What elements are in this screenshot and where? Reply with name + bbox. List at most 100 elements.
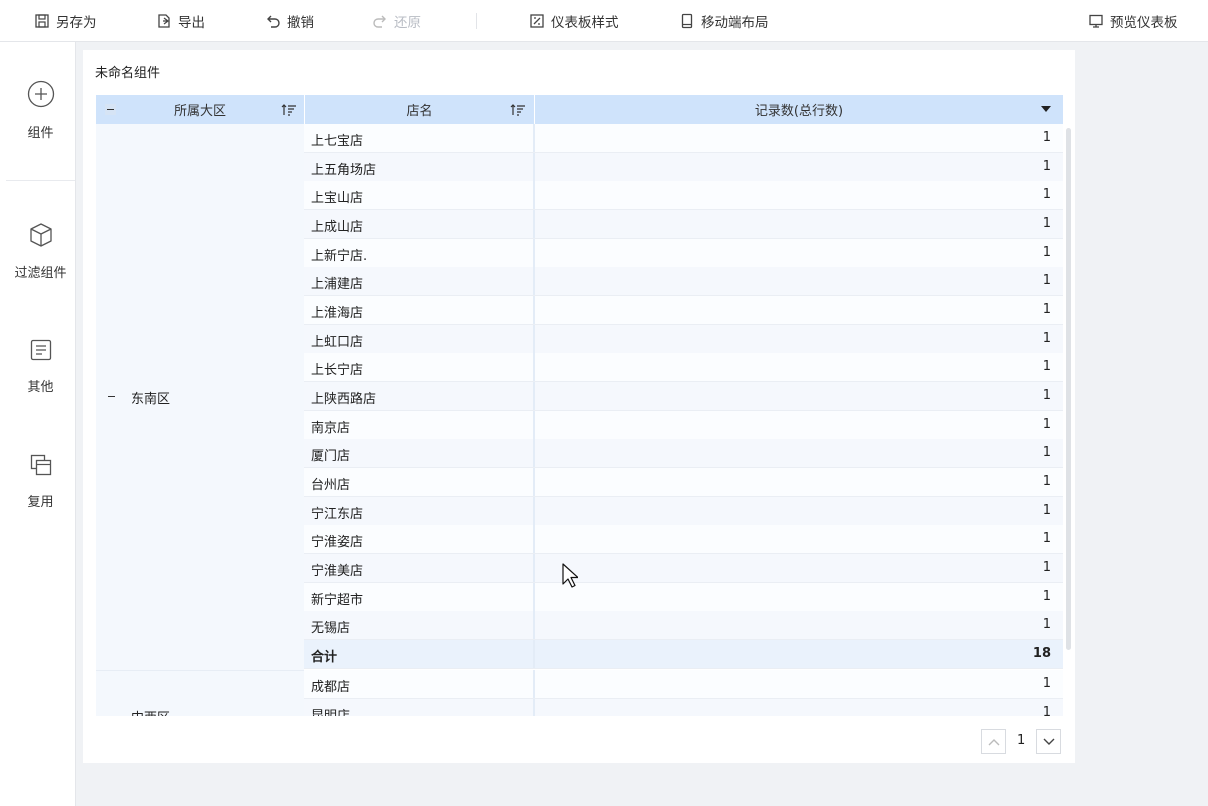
- sidebar-item-label: 组件: [27, 126, 54, 141]
- table-row[interactable]: 上成山店 1: [304, 210, 1063, 239]
- record-count: 1: [1042, 445, 1051, 460]
- region-label: 东南区: [131, 392, 171, 407]
- table-row[interactable]: 上淮海店 1: [304, 296, 1063, 325]
- column-header-store[interactable]: 店名: [305, 95, 534, 124]
- save-as-button[interactable]: 另存为: [34, 0, 97, 41]
- table-row[interactable]: 无锡店 1: [304, 611, 1063, 640]
- palette-icon: [530, 13, 544, 28]
- redo-button[interactable]: 还原: [372, 0, 421, 41]
- sidebar-item-components[interactable]: 组件: [6, 80, 75, 141]
- chevron-up-icon: [988, 738, 999, 745]
- store-name: 昆明店: [311, 705, 350, 716]
- table-vertical-scrollbar[interactable]: [1066, 128, 1071, 650]
- mouse-cursor-icon: [562, 563, 578, 588]
- table-row[interactable]: 上七宝店 1: [304, 124, 1063, 153]
- record-count: 1: [1042, 159, 1051, 174]
- region-label: 中西区: [131, 707, 170, 716]
- mobile-layout-button[interactable]: 移动端布局: [679, 0, 769, 41]
- record-count: 1: [1042, 331, 1051, 346]
- store-name: 宁江东店: [311, 507, 364, 522]
- dropdown-triangle-icon[interactable]: [1041, 106, 1051, 112]
- copy-icon: [30, 454, 51, 476]
- record-count: 1: [1042, 388, 1051, 403]
- store-name: 南京店: [311, 421, 351, 436]
- document-icon: [30, 339, 51, 361]
- column-header-label: 所属大区: [173, 104, 226, 119]
- sidebar-item-other[interactable]: 其他: [6, 338, 75, 395]
- sort-icon[interactable]: [281, 103, 297, 117]
- store-name: 宁淮美店: [311, 564, 364, 579]
- page-number: 1: [1017, 733, 1026, 748]
- collapse-group-icon[interactable]: [106, 391, 117, 402]
- store-name: 上浦建店: [311, 277, 364, 292]
- record-count: 1: [1042, 359, 1051, 374]
- sort-icon[interactable]: [510, 103, 526, 117]
- preview-dashboard-button[interactable]: 预览仪表板: [1088, 0, 1178, 41]
- record-count: 1: [1042, 560, 1051, 575]
- table-row[interactable]: 宁江东店 1: [304, 497, 1063, 526]
- pivot-table: 所属大区 店名 记录数(总行数) 东南区 中西区 上七宝店 1 上五角场店 1 上宝…: [96, 95, 1063, 716]
- redo-label: 还原: [394, 14, 421, 31]
- table-body: 东南区 中西区 上七宝店1 上五角场店1 上宝山店1 上成山店1 上新宁店.1 …: [96, 124, 1063, 716]
- undo-button[interactable]: 撤销: [265, 0, 314, 41]
- record-count: 1: [1042, 216, 1051, 231]
- plus-circle-icon: [27, 80, 54, 108]
- record-count: 1: [1042, 503, 1051, 518]
- record-count: 1: [1042, 187, 1051, 202]
- record-count: 1: [1042, 676, 1051, 691]
- table-row[interactable]: 成都店 1: [304, 670, 1063, 699]
- record-count: 1: [1042, 245, 1051, 260]
- chevron-down-icon: [1043, 738, 1054, 745]
- table-row[interactable]: 上浦建店 1: [304, 267, 1063, 296]
- table-row[interactable]: 上新宁店. 1: [304, 239, 1063, 268]
- column-header-label: 记录数(总行数): [754, 104, 844, 119]
- subtotal-row[interactable]: 合计 18: [304, 640, 1063, 669]
- sidebar-item-label: 过滤组件: [14, 266, 67, 281]
- table-row[interactable]: 宁淮美店 1: [304, 554, 1063, 583]
- dashboard-style-label: 仪表板样式: [551, 14, 619, 31]
- record-count: 1: [1042, 617, 1051, 632]
- region-cell: 中西区: [96, 670, 304, 716]
- record-count: 1: [1042, 273, 1051, 288]
- undo-icon: [267, 15, 280, 28]
- store-name: 宁淮姿店: [311, 535, 364, 550]
- top-toolbar: 另存为 导出 撤销 还原 仪表板样式 移动端布局 预览仪表板: [0, 0, 1208, 42]
- table-row[interactable]: 上五角场店 1: [304, 153, 1063, 182]
- dashboard-style-button[interactable]: 仪表板样式: [529, 0, 619, 41]
- record-count: 1: [1042, 130, 1051, 145]
- subtotal-label: 合计: [311, 650, 338, 665]
- widget-title: 未命名组件: [95, 66, 161, 81]
- column-header-region[interactable]: 所属大区: [96, 95, 304, 124]
- column-header-record-count[interactable]: 记录数(总行数): [535, 95, 1063, 124]
- table-row[interactable]: 上陕西路店 1: [304, 382, 1063, 411]
- sidebar-item-reuse[interactable]: 复用: [6, 453, 75, 510]
- sidebar-item-label: 复用: [27, 495, 54, 510]
- table-row[interactable]: 上宝山店 1: [304, 181, 1063, 210]
- store-name: 厦门店: [311, 449, 351, 464]
- table-widget[interactable]: 未命名组件 所属大区 店名 记录数(总行数) 东南区 中西区 上七宝店 1: [83, 50, 1075, 763]
- table-row[interactable]: 新宁超市 1: [304, 583, 1063, 612]
- store-name: 上成山店: [311, 220, 364, 235]
- record-count: 1: [1042, 531, 1051, 546]
- record-count: 1: [1042, 302, 1051, 317]
- table-row[interactable]: 南京店 1: [304, 411, 1063, 440]
- table-row[interactable]: 昆明店 1: [304, 699, 1063, 716]
- table-row[interactable]: 上长宁店 1: [304, 353, 1063, 382]
- table-row[interactable]: 宁淮姿店 1: [304, 525, 1063, 554]
- table-row[interactable]: 台州店 1: [304, 468, 1063, 497]
- store-name: 台州店: [311, 478, 351, 493]
- mobile-icon: [681, 13, 693, 28]
- collapse-group-icon[interactable]: [106, 711, 117, 716]
- record-count: 1: [1042, 589, 1051, 604]
- table-row[interactable]: 上虹口店 1: [304, 325, 1063, 354]
- record-count: 1: [1042, 474, 1051, 489]
- export-button[interactable]: 导出: [156, 0, 205, 41]
- store-name: 上宝山店: [311, 191, 364, 206]
- previous-page-button[interactable]: [981, 729, 1006, 754]
- table-row[interactable]: 厦门店 1: [304, 439, 1063, 468]
- next-page-button[interactable]: [1036, 729, 1061, 754]
- sidebar-item-filter-components[interactable]: 过滤组件: [6, 222, 75, 281]
- export-icon: [158, 13, 170, 28]
- preview-label: 预览仪表板: [1110, 14, 1178, 31]
- region-cell: 东南区: [96, 124, 304, 671]
